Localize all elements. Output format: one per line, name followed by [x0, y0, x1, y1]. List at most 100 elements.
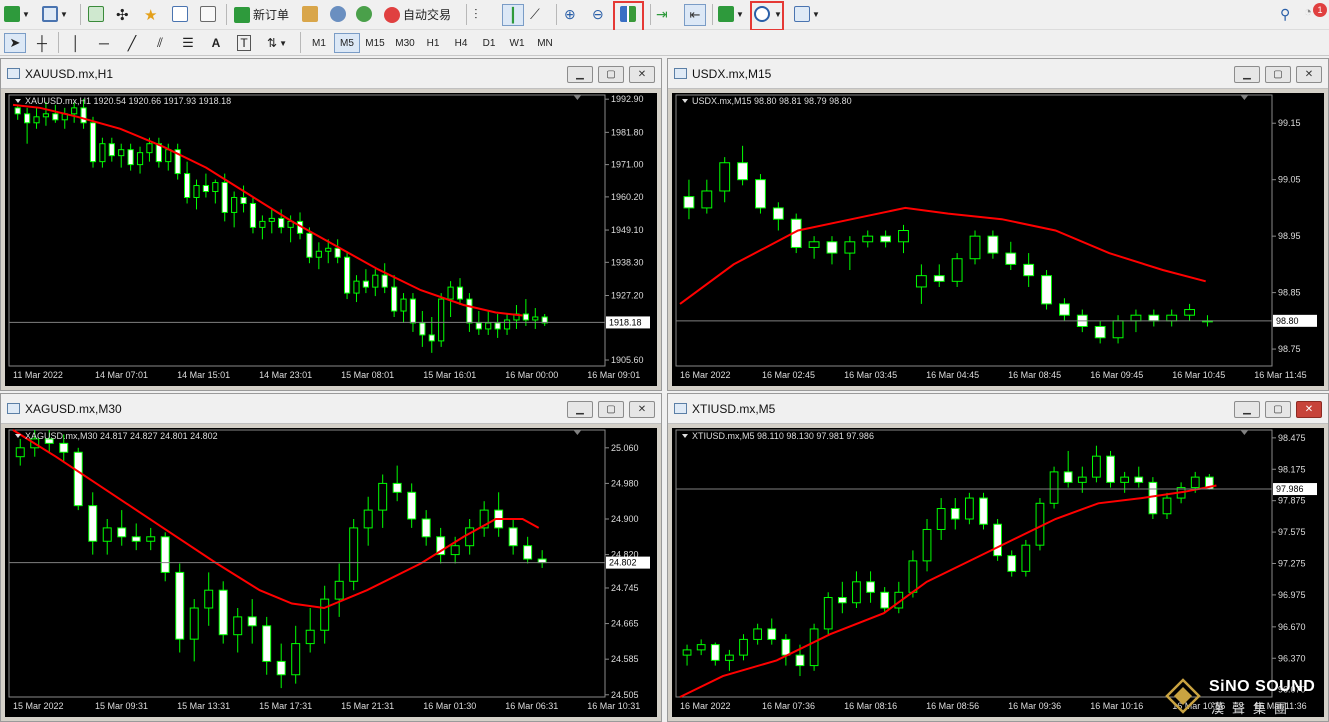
zoom-out-button[interactable]: ⊖	[592, 6, 604, 23]
price-chart[interactable]: 1992.90 1981.80 1971.00 1960.20 1949.10 1938.…	[5, 93, 657, 386]
indicator-icon	[718, 6, 734, 22]
bar-chart-button[interactable]: ⫶	[474, 6, 478, 23]
chart-canvas[interactable]: 25.060 24.980 24.900 24.820 24.745 24.665 24.5…	[5, 428, 657, 717]
timeframe-d1[interactable]: D1	[476, 33, 502, 53]
candle	[1184, 303, 1195, 321]
indicators-button[interactable]: ▼	[718, 6, 744, 22]
timeframe-m5[interactable]: M5	[334, 33, 360, 53]
vertical-line-icon: │	[71, 35, 81, 51]
crosshair-tool[interactable]: ┼	[32, 33, 52, 53]
bell-icon: ◔	[1304, 4, 1312, 19]
templates-button[interactable]: ▼	[794, 6, 820, 22]
maximize-button[interactable]: ▢	[598, 66, 624, 83]
favorites-button[interactable]: ★	[144, 6, 157, 24]
timeframe-m1[interactable]: M1	[306, 33, 332, 53]
chart-shift-marker[interactable]	[573, 430, 582, 435]
plus-icon	[4, 6, 20, 22]
window-titlebar[interactable]: XAGUSD.mx,M30 ▁ ▢ ✕	[1, 394, 661, 424]
minimize-button[interactable]: ▁	[567, 66, 593, 83]
minimize-button[interactable]: ▁	[567, 401, 593, 418]
new-chart-button[interactable]: ▼	[4, 6, 30, 22]
candle	[969, 230, 981, 265]
candle	[14, 104, 21, 120]
bar-chart-icon: ⫶	[474, 6, 478, 22]
info-dropdown-icon[interactable]	[682, 99, 688, 103]
crosshair-nav-button[interactable]: ✣	[116, 6, 129, 24]
candle	[880, 587, 890, 614]
chart-shift-marker[interactable]	[1240, 95, 1249, 100]
trendline-tool[interactable]: ╱	[122, 33, 142, 53]
chart-window-0[interactable]: XAUUSD.mx,H1 ▁ ▢ ✕ 1992.90 1981.80 1971.00 1960…	[0, 58, 662, 391]
time-axis-label: 16 Mar 10:45	[1172, 370, 1225, 380]
price-chart[interactable]: 25.06024.98024.90024.82024.74524.66524.5…	[5, 428, 657, 717]
timeframe-w1[interactable]: W1	[504, 33, 530, 53]
chart-shift-button[interactable]: ⇤	[684, 4, 706, 26]
maximize-button[interactable]: ▢	[1265, 401, 1291, 418]
candle	[381, 263, 388, 294]
timeframe-m15[interactable]: M15	[362, 33, 388, 53]
window-titlebar[interactable]: USDX.mx,M15 ▁ ▢ ✕	[668, 59, 1328, 89]
minimize-icon: ▁	[576, 69, 584, 80]
price-axis-label: 97.575	[1278, 527, 1306, 537]
signals-button[interactable]	[330, 6, 346, 22]
timeframe-h1[interactable]: H1	[420, 33, 446, 53]
close-button[interactable]: ✕	[1296, 66, 1322, 83]
chart-window-1[interactable]: USDX.mx,M15 ▁ ▢ ✕ 99.15 99.05 98.95 98.85 98.75 1…	[667, 58, 1329, 391]
maximize-button[interactable]: ▢	[1265, 66, 1291, 83]
info-dropdown-icon[interactable]	[15, 99, 21, 103]
chart-canvas[interactable]: 99.15 99.05 98.95 98.85 98.75 16 Mar 2022 16 M…	[672, 93, 1324, 386]
fibonacci-tool[interactable]: ☰	[178, 33, 198, 53]
history-button[interactable]	[302, 6, 318, 22]
candle	[363, 496, 373, 546]
market-watch-button[interactable]	[88, 6, 104, 22]
candle	[1092, 445, 1101, 483]
navigator-button[interactable]	[172, 6, 188, 22]
market-button[interactable]	[356, 6, 372, 22]
candle	[118, 143, 125, 168]
candlestick-button[interactable]: ┃	[502, 4, 524, 26]
close-button[interactable]: ✕	[1296, 401, 1322, 418]
channel-tool[interactable]: ⫽	[150, 33, 170, 53]
search-button[interactable]: ⚲	[1280, 6, 1290, 23]
info-dropdown-icon[interactable]	[15, 434, 21, 438]
info-dropdown-icon[interactable]	[682, 434, 688, 438]
autoscroll-button[interactable]: ⇥	[656, 6, 668, 23]
minimize-button[interactable]: ▁	[1234, 66, 1260, 83]
time-axis-label: 15 Mar 13:31	[177, 701, 230, 711]
maximize-button[interactable]: ▢	[598, 401, 624, 418]
vertical-line-tool[interactable]: │	[66, 33, 86, 53]
close-icon: ✕	[1304, 69, 1314, 80]
chart-canvas[interactable]: 1992.90 1981.80 1971.00 1960.20 1949.10 1938.…	[5, 93, 657, 386]
new-order-button[interactable]: 新订单	[234, 6, 289, 23]
terminal-button[interactable]	[200, 6, 216, 22]
close-button[interactable]: ✕	[629, 66, 655, 83]
horizontal-line-tool[interactable]: ─	[94, 33, 114, 53]
candle	[866, 571, 875, 603]
profiles-button[interactable]: ▼	[42, 6, 68, 22]
chart-shift-marker[interactable]	[1240, 430, 1249, 435]
chart-canvas[interactable]: 98.475 98.175 97.875 97.575 97.275 96.975 96.6…	[672, 428, 1324, 717]
timeframe-mn[interactable]: MN	[532, 33, 558, 53]
chart-window-2[interactable]: XAGUSD.mx,M30 ▁ ▢ ✕ 25.060 24.980 24.900 24.820…	[0, 393, 662, 722]
candle	[1049, 466, 1059, 509]
price-chart[interactable]: 98.475 98.175 97.875 97.575 97.275 96.975 96.6…	[672, 428, 1324, 717]
auto-trading-button[interactable]: 自动交易	[384, 6, 451, 23]
window-titlebar[interactable]: XTIUSD.mx,M5 ▁ ▢ ✕	[668, 394, 1328, 424]
timeframe-h4[interactable]: H4	[448, 33, 474, 53]
text-label-tool[interactable]: T	[234, 33, 254, 53]
chart-window-3[interactable]: XTIUSD.mx,M5 ▁ ▢ ✕ 98.475 98.175 97.875 97.575 9…	[667, 393, 1329, 722]
time-axis-label: 16 Mar 2022	[680, 701, 731, 711]
notifications-button[interactable]: ◔ 1	[1304, 3, 1327, 19]
close-button[interactable]: ✕	[629, 401, 655, 418]
timeframe-m30[interactable]: M30	[392, 33, 418, 53]
arrows-tool[interactable]: ⇅ ▼	[262, 33, 292, 53]
text-tool[interactable]: A	[206, 33, 226, 53]
minimize-button[interactable]: ▁	[1234, 401, 1260, 418]
chart-shift-marker[interactable]	[573, 95, 582, 100]
window-titlebar[interactable]: XAUUSD.mx,H1 ▁ ▢ ✕	[1, 59, 661, 89]
price-chart[interactable]: 99.15 99.05 98.95 98.85 98.75 16 Mar 2022 16 M…	[672, 93, 1324, 386]
cursor-tool[interactable]: ➤	[4, 33, 26, 53]
symbol-info: USDX.mx,M15 98.80 98.81 98.79 98.80	[692, 96, 852, 106]
line-chart-button[interactable]: ⟋	[530, 6, 540, 23]
zoom-in-button[interactable]: ⊕	[564, 6, 576, 23]
